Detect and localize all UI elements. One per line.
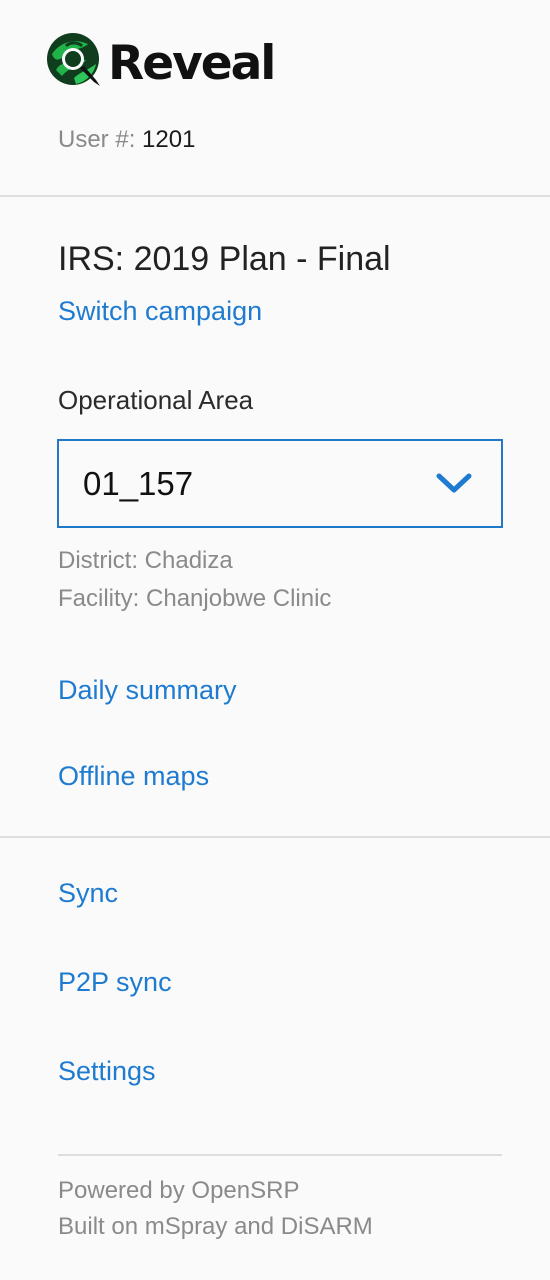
built-on-text: Built on mSpray and DiSARM [58, 1213, 373, 1240]
switch-campaign-link[interactable]: Switch campaign [58, 296, 262, 327]
offline-maps-link[interactable]: Offline maps [58, 761, 209, 792]
reveal-logo-icon [47, 33, 100, 86]
operational-area-value: 01_157 [83, 465, 194, 502]
operational-area-label: Operational Area [58, 385, 254, 415]
user-number-value: 1201 [142, 126, 196, 153]
user-number-label: User #: [58, 126, 136, 153]
district-text: District: Chadiza [58, 547, 233, 574]
user-number: User #: 1201 [58, 126, 195, 154]
footer-divider [58, 1154, 502, 1156]
chevron-down-icon [436, 473, 472, 493]
app-logo: Reveal [44, 30, 276, 92]
app-logo-text: Reveal [108, 35, 276, 91]
header-divider [0, 195, 550, 197]
powered-by-text: Powered by OpenSRP [58, 1177, 300, 1204]
operational-area-select[interactable]: 01_157 [57, 439, 503, 528]
daily-summary-link[interactable]: Daily summary [58, 675, 237, 706]
campaign-title: IRS: 2019 Plan - Final [58, 240, 391, 278]
menu-divider [0, 836, 550, 838]
facility-text: Facility: Chanjobwe Clinic [58, 585, 332, 612]
p2p-sync-link[interactable]: P2P sync [58, 967, 172, 998]
sync-link[interactable]: Sync [58, 878, 118, 909]
settings-link[interactable]: Settings [58, 1056, 156, 1087]
